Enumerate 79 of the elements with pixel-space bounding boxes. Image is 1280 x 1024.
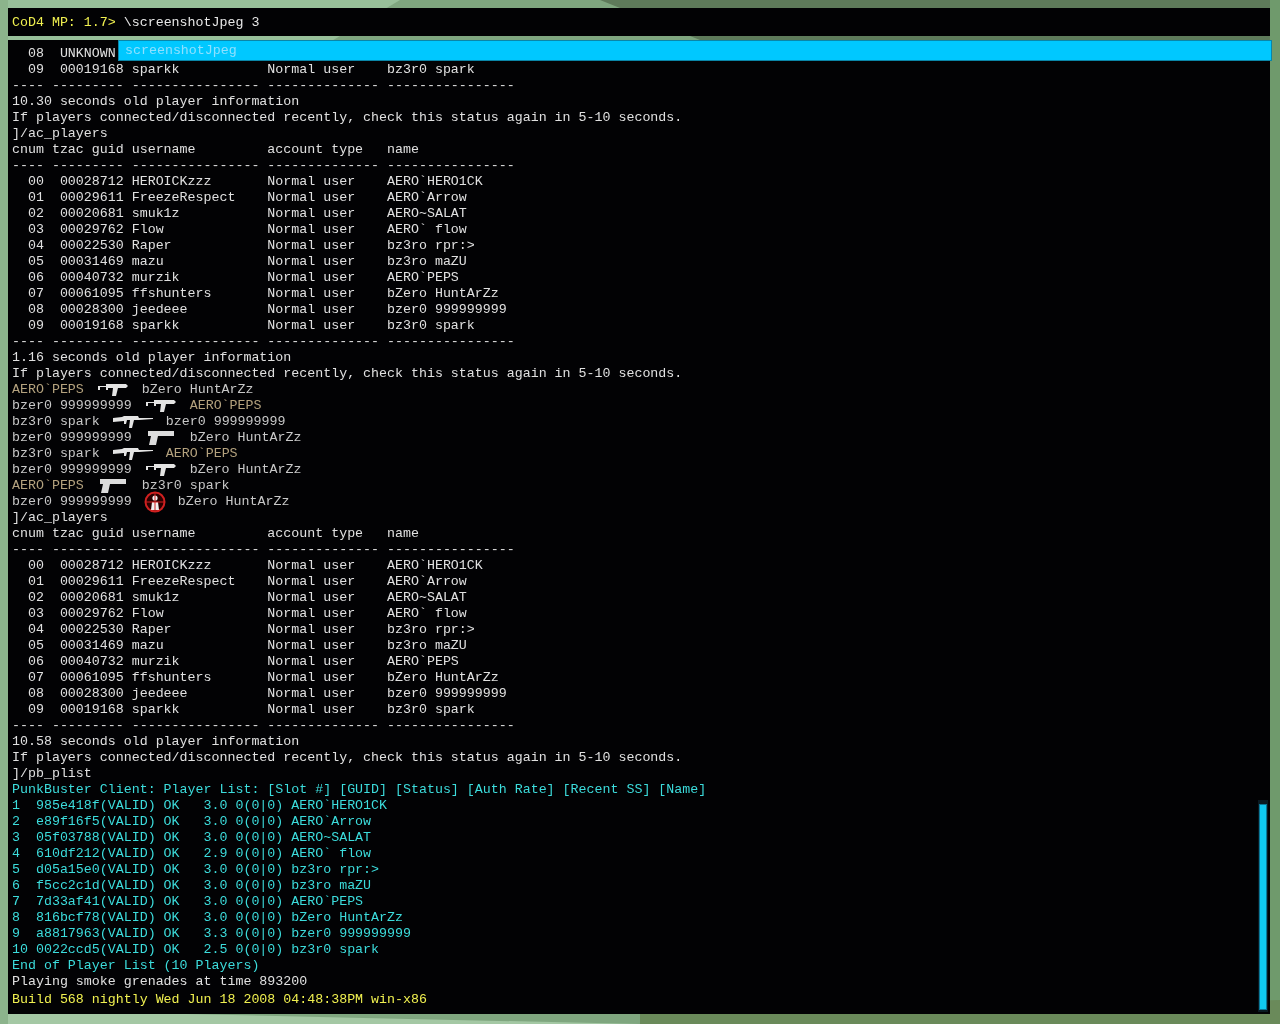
attacker-name: AERO`PEPS bbox=[12, 382, 84, 398]
console-line: ---- --------- ---------------- -------------- ---------------- bbox=[12, 718, 515, 734]
console-line: 01 00029611 FreezeRespect Normal user AERO`Arrow bbox=[26, 190, 467, 206]
console-line: 08 UNKNOWN bbox=[26, 46, 116, 62]
console-line: 5 d05a15e0(VALID) OK 3.0 0(0|0) bz3ro rpr:> bbox=[12, 862, 380, 878]
attacker-name: bzer0 999999999 bbox=[12, 398, 132, 414]
console-line: If players connected/disconnected recently, check this status again in 5-10 seconds. bbox=[12, 750, 683, 766]
attacker-name: bzer0 999999999 bbox=[12, 462, 132, 478]
console-line: 03 00029762 Flow Normal user AERO` flow bbox=[26, 222, 467, 238]
attacker-name: AERO`PEPS bbox=[12, 478, 84, 494]
scrollbar-thumb[interactable] bbox=[1259, 804, 1267, 1010]
victim-name: bz3r0 spark bbox=[141, 478, 230, 494]
command-text: \screenshotJpeg 3 bbox=[123, 14, 260, 30]
console-line: 04 00022530 Raper Normal user bz3ro rpr:> bbox=[26, 622, 475, 638]
rifle-icon bbox=[111, 446, 154, 462]
console-line: 07 00061095 ffshunters Normal user bZero HuntArZz bbox=[26, 286, 499, 302]
victim-name: bZero HuntArZz bbox=[141, 382, 254, 398]
console-line: 2 e89f16f5(VALID) OK 3.0 0(0|0) AERO`Arrow bbox=[12, 814, 372, 830]
console-line: 9 a8817963(VALID) OK 3.3 0(0|0) bzer0 999999999 bbox=[12, 926, 411, 942]
build-info: Build 568 nightly Wed Jun 18 2008 04:48:38PM win-x86 bbox=[12, 992, 428, 1008]
console-line: 05 00031469 mazu Normal user bz3ro maZU bbox=[26, 254, 467, 270]
victim-name: bZero HuntArZz bbox=[189, 430, 302, 446]
console-line: ]/pb_plist bbox=[12, 766, 92, 782]
console-line: End of Player List (10 Players) bbox=[12, 958, 260, 974]
console-line: PunkBuster Client: Player List: [Slot #] [GUID] [Status] [Auth Rate] [Recent SS] [Name] bbox=[12, 782, 707, 798]
console-line: 04 00022530 Raper Normal user bz3ro rpr:> bbox=[26, 238, 475, 254]
console-line: 3 05f03788(VALID) OK 3.0 0(0|0) AERO~SALAT bbox=[12, 830, 372, 846]
console-line: 06 00040732 murzik Normal user AERO`PEPS bbox=[26, 654, 459, 670]
console-line: 00 00028712 HEROICKzzz Normal user AERO`HERO1CK bbox=[26, 558, 483, 574]
console-line: 06 00040732 murzik Normal user AERO`PEPS bbox=[26, 270, 459, 286]
console-line: 01 00029611 FreezeRespect Normal user AERO`Arrow bbox=[26, 574, 467, 590]
console-line: Playing smoke grenades at time 893200 bbox=[12, 974, 308, 990]
console-line: 6 f5cc2c1d(VALID) OK 3.0 0(0|0) bz3ro maZU bbox=[12, 878, 372, 894]
console-line: 10.30 seconds old player information bbox=[12, 94, 300, 110]
console-line: 7 7d33af41(VALID) OK 3.0 0(0|0) AERO`PEPS bbox=[12, 894, 364, 910]
console-line: 08 00028300 jeedeee Normal user bzer0 999999999 bbox=[26, 686, 507, 702]
console-line: 4 610df212(VALID) OK 2.9 0(0|0) AERO` flow bbox=[12, 846, 372, 862]
console-line: cnum tzac guid username account type name bbox=[12, 526, 419, 542]
console-line: 1.16 seconds old player information bbox=[12, 350, 292, 366]
console-line: ---- --------- ---------------- -------------- ---------------- bbox=[12, 542, 515, 558]
headshot-icon bbox=[143, 491, 166, 513]
console-line: 03 00029762 Flow Normal user AERO` flow bbox=[26, 606, 467, 622]
console-line: 05 00031469 mazu Normal user bz3ro maZU bbox=[26, 638, 467, 654]
attacker-name: bzer0 999999999 bbox=[12, 430, 132, 446]
attacker-name: bz3r0 spark bbox=[12, 446, 100, 462]
victim-name: bZero HuntArZz bbox=[189, 462, 302, 478]
console-line: If players connected/disconnected recently, check this status again in 5-10 seconds. bbox=[12, 110, 683, 126]
console-line: 08 00028300 jeedeee Normal user bzer0 999999999 bbox=[26, 302, 507, 318]
console-line: 07 00061095 ffshunters Normal user bZero HuntArZz bbox=[26, 670, 499, 686]
console-line: 02 00020681 smuk1z Normal user AERO~SALAT bbox=[26, 206, 467, 222]
console-line: 10 0022ccd5(VALID) OK 2.5 0(0|0) bz3r0 spark bbox=[12, 942, 380, 958]
console-line: ]/ac_players bbox=[12, 126, 108, 142]
console-line: ---- --------- ---------------- -------------- ---------------- bbox=[12, 334, 515, 350]
victim-name: bzer0 999999999 bbox=[165, 414, 286, 430]
console-prompt: CoD4 MP: 1.7> bbox=[12, 14, 116, 30]
console-line: cnum tzac guid username account type name bbox=[12, 142, 419, 158]
gun-icon bbox=[143, 462, 178, 478]
console-line: 02 00020681 smuk1z Normal user AERO~SALAT bbox=[26, 590, 467, 606]
console-line: 09 00019168 sparkk Normal user bz3r0 spark bbox=[26, 62, 475, 78]
scrollbar[interactable] bbox=[1258, 800, 1268, 1012]
console-line: 8 816bcf78(VALID) OK 3.0 0(0|0) bZero HuntArZz bbox=[12, 910, 403, 926]
rifle-icon bbox=[111, 414, 154, 430]
attacker-name: bzer0 999999999 bbox=[12, 494, 132, 510]
gun-icon bbox=[95, 382, 130, 398]
gun-icon bbox=[143, 398, 178, 414]
console-line: 09 00019168 sparkk Normal user bz3r0 spark bbox=[26, 318, 475, 334]
console-line: 00 00028712 HEROICKzzz Normal user AERO`HERO1CK bbox=[26, 174, 483, 190]
console-line: 10.58 seconds old player information bbox=[12, 734, 300, 750]
console-line: 09 00019168 sparkk Normal user bz3r0 spark bbox=[26, 702, 475, 718]
attacker-name: bz3r0 spark bbox=[12, 414, 100, 430]
victim-name: bZero HuntArZz bbox=[177, 494, 290, 510]
console-line: If players connected/disconnected recently, check this status again in 5-10 seconds. bbox=[12, 366, 683, 382]
console-line: ---- --------- ---------------- -------------- ---------------- bbox=[12, 78, 515, 94]
victim-name: AERO`PEPS bbox=[165, 446, 238, 462]
console-line: ]/ac_players bbox=[12, 510, 108, 526]
console-line: 1 985e418f(VALID) OK 3.0 0(0|0) AERO`HERO1CK bbox=[12, 798, 388, 814]
victim-name: AERO`PEPS bbox=[189, 398, 262, 414]
console-input[interactable]: CoD4 MP: 1.7> \screenshotJpeg 3 bbox=[8, 8, 1270, 36]
console-line: ---- --------- ---------------- -------------- ---------------- bbox=[12, 158, 515, 174]
